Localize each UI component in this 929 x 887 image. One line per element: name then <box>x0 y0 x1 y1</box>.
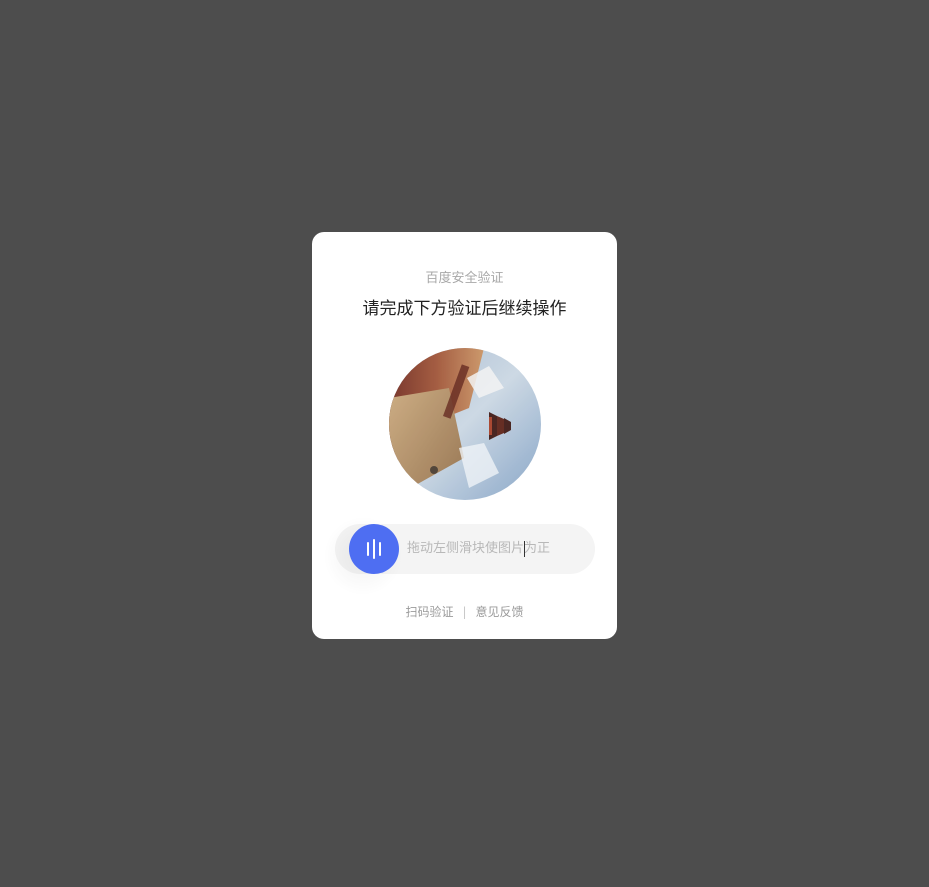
captcha-photo <box>389 348 541 500</box>
security-verification-dialog: 百度安全验证 请完成下方验证后继续操作 拖动左侧滑块使图片为正 扫码验证 | 意… <box>312 232 617 639</box>
slider-hint-text: 拖动左侧滑块使图片为正 <box>407 541 551 556</box>
dialog-footer: 扫码验证 | 意见反馈 <box>312 603 617 621</box>
footer-separator: | <box>462 605 467 619</box>
slider-handle[interactable] <box>349 524 399 574</box>
scan-verify-link[interactable]: 扫码验证 <box>405 605 453 619</box>
feedback-link[interactable]: 意见反馈 <box>476 605 524 619</box>
slider-track[interactable]: 拖动左侧滑块使图片为正 <box>323 516 595 596</box>
rotate-captcha-image <box>389 348 541 500</box>
text-cursor-icon <box>524 541 525 557</box>
dialog-title: 请完成下方验证后继续操作 <box>362 299 567 319</box>
brand-label: 百度安全验证 <box>425 271 504 286</box>
grip-lines-icon <box>367 539 381 559</box>
